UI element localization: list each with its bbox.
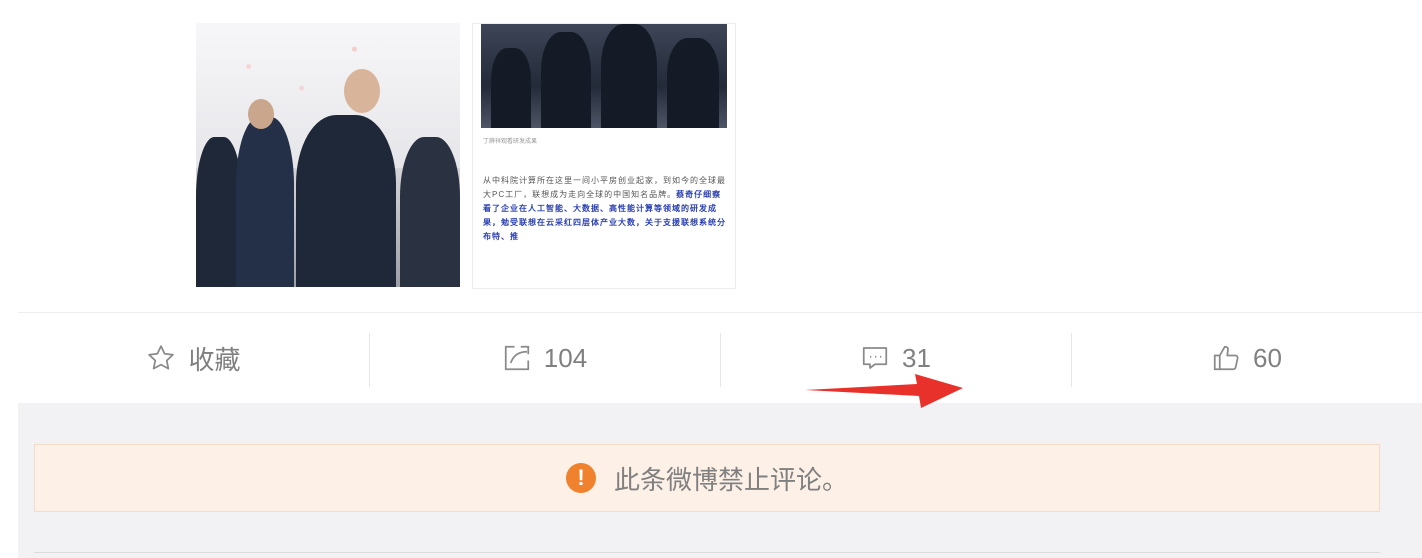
like-count: 60	[1253, 342, 1282, 373]
post-image-2[interactable]: 丁薛祥观看研发成果 从中科院计算所在这里一间小平房创业起家，到如今的全球最大PC…	[472, 23, 736, 289]
notice-text: 此条微博禁止评论。	[613, 464, 848, 495]
post-image-1[interactable]	[196, 23, 460, 287]
annotation-arrow-icon	[805, 374, 963, 408]
like-button[interactable]: 60	[1071, 313, 1422, 403]
post-card: 丁薛祥观看研发成果 从中科院计算所在这里一间小平房创业起家，到如今的全球最大PC…	[18, 0, 1422, 558]
photo-figure	[667, 38, 719, 128]
article-body: 从中科院计算所在这里一间小平房创业起家，到如今的全球最大PC工厂，联想成为走向全…	[483, 174, 727, 244]
star-icon	[146, 343, 176, 373]
photo-figure	[601, 24, 657, 128]
warning-icon: !	[565, 463, 596, 493]
repost-count: 104	[543, 342, 588, 373]
photo-figure	[400, 137, 460, 287]
photo-figure-head	[248, 99, 274, 129]
photo-figure	[541, 32, 591, 128]
article-thumbnail	[481, 24, 727, 128]
thumbs-up-icon	[1211, 343, 1241, 373]
divider	[34, 552, 1380, 553]
repost-button[interactable]: 104	[369, 313, 720, 403]
photo-figure	[236, 117, 294, 287]
photo-figure-head	[344, 69, 380, 113]
favorite-label: 收藏	[188, 344, 241, 375]
photo-figure	[491, 48, 531, 128]
article-caption: 丁薛祥观看研发成果	[483, 139, 538, 145]
action-bar: 收藏 104 31 60	[18, 312, 1422, 404]
photo-figure	[296, 115, 396, 287]
comments-disabled-notice: ! 此条微博禁止评论。	[34, 444, 1380, 512]
comment-area: ! 此条微博禁止评论。	[18, 403, 1422, 558]
share-icon	[502, 343, 532, 373]
favorite-button[interactable]: 收藏	[18, 313, 369, 403]
